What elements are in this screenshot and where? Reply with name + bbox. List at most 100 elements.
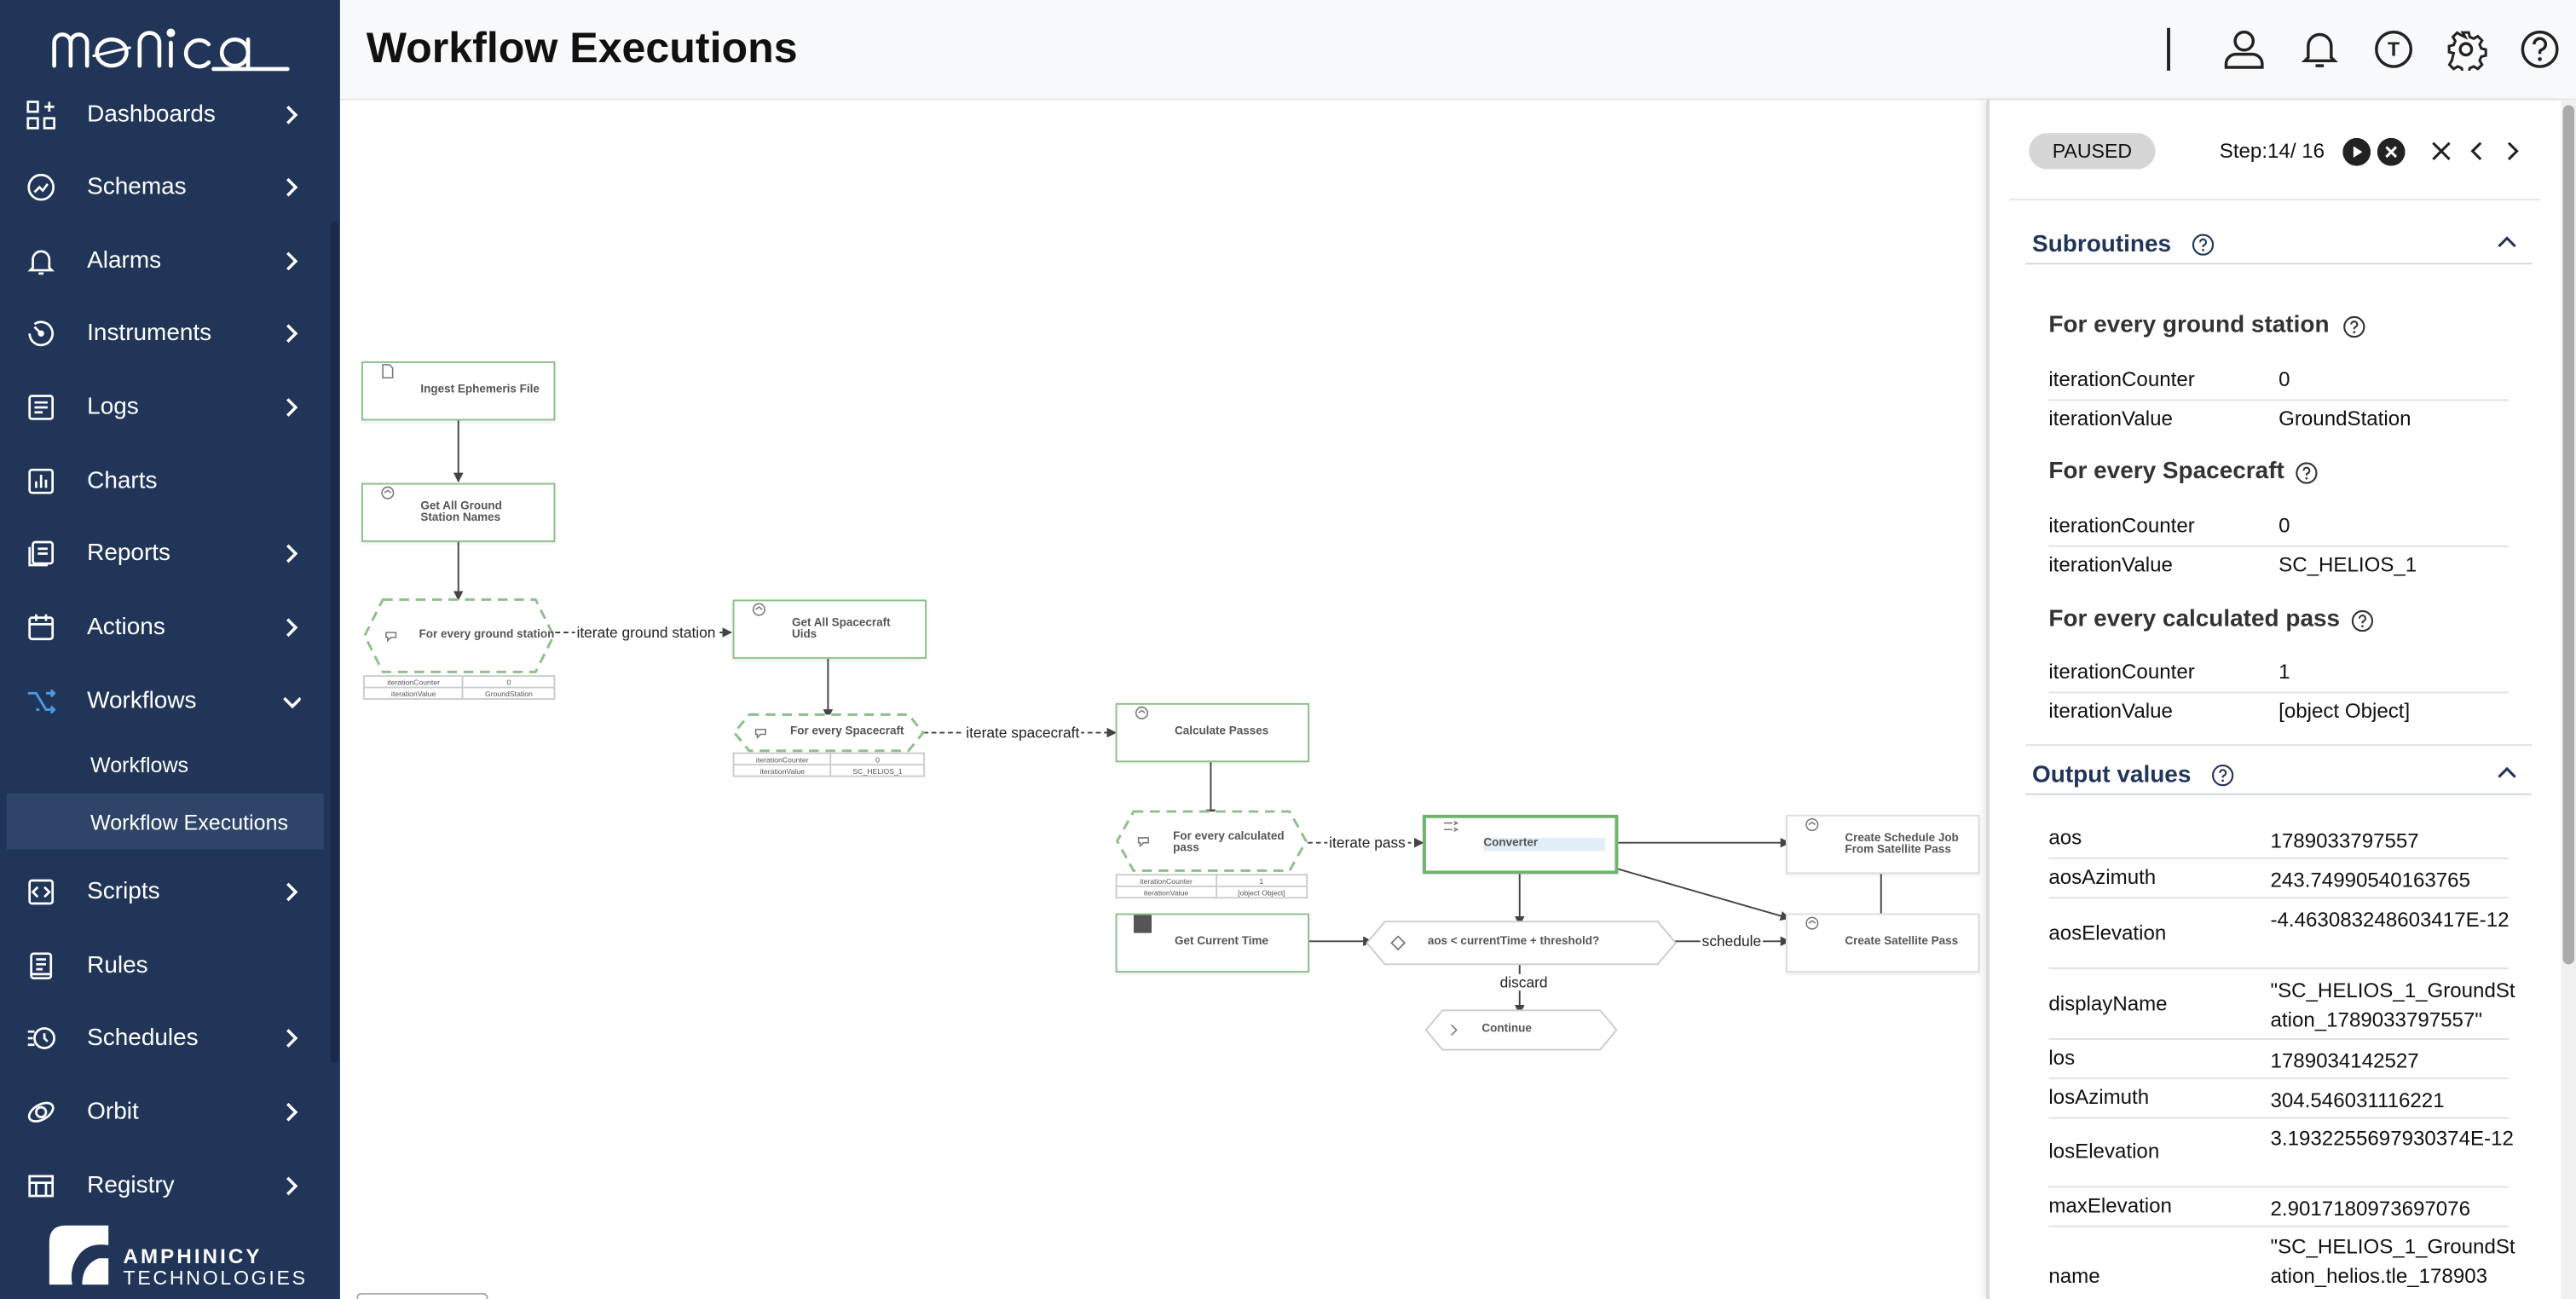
sidebar-item-orbit[interactable]: Orbit xyxy=(0,1076,340,1148)
kv-key: iterationValue xyxy=(2048,553,2173,577)
node-label: Ingest Ephemeris File xyxy=(420,384,540,397)
workflow-node-get-current-time[interactable]: Get Current Time xyxy=(1115,913,1310,973)
sidebar-scrollbar[interactable] xyxy=(330,222,339,1063)
sidebar-item-actions[interactable]: Actions xyxy=(0,592,340,664)
workflow-node-calculate-passes[interactable]: Calculate Passes xyxy=(1115,702,1310,763)
sidebar-item-label: Actions xyxy=(87,614,165,641)
sidebar-item-label: Workflows xyxy=(87,688,197,715)
chevron-right-icon xyxy=(286,398,298,417)
refresh-icon xyxy=(1805,817,1819,832)
workflow-node-get-ground-stations[interactable]: Get All Ground Station Names xyxy=(361,482,556,543)
canvas-toolbar[interactable] xyxy=(356,1292,488,1299)
workflow-node-ingest[interactable]: Ingest Ephemeris File xyxy=(361,361,556,421)
workflow-canvas[interactable]: Ingest Ephemeris File Get All Ground Sta… xyxy=(339,100,1987,1299)
play-icon[interactable] xyxy=(2342,137,2371,166)
chevron-right-icon xyxy=(286,177,298,197)
chevron-right-icon[interactable] xyxy=(2500,140,2523,163)
sidebar-item-scripts[interactable]: Scripts xyxy=(0,856,340,928)
sidebar-item-dashboards[interactable]: Dashboards xyxy=(0,79,340,152)
dashboard-icon xyxy=(26,101,55,130)
loop-state-table-ground-station: iterationCounter 0 iterationValue GroundSt… xyxy=(362,675,556,701)
sidebar-subitem-workflow-executions[interactable]: Workflow Executions xyxy=(6,793,324,850)
kv-key: iterationCounter xyxy=(2048,514,2195,538)
workflow-node-schedule-job[interactable]: Create Schedule Job From Satellite Pass xyxy=(1785,814,1980,875)
edge xyxy=(1618,868,1791,921)
user-icon[interactable] xyxy=(2223,28,2266,71)
sidebar-item-schedules[interactable]: Schedules xyxy=(0,1002,340,1075)
section-title: Output values xyxy=(2032,762,2192,789)
edge-label: iterate spacecraft xyxy=(964,724,1082,742)
help-icon[interactable] xyxy=(2342,315,2365,338)
help-icon[interactable] xyxy=(2295,462,2318,485)
sidebar-item-label: Dashboards xyxy=(87,101,216,129)
monica-logo[interactable] xyxy=(49,23,296,72)
sidebar-item-reports[interactable]: Reports xyxy=(0,517,340,590)
sidebar-item-instruments[interactable]: Instruments xyxy=(0,297,340,370)
sidebar-item-label: Registry xyxy=(87,1173,175,1199)
kv-value: 1 xyxy=(2279,660,2290,684)
output-row: maxElevation 2.9017180973697076 xyxy=(2048,1189,2509,1227)
gear-icon[interactable] xyxy=(2445,28,2487,71)
workflow-node-converter[interactable]: Converter xyxy=(1423,814,1619,875)
workflow-node-continue[interactable]: Continue xyxy=(1424,1008,1618,1051)
bell-icon[interactable] xyxy=(2298,28,2341,71)
chevron-right-icon xyxy=(286,544,298,563)
code-icon xyxy=(28,879,55,905)
help-icon[interactable] xyxy=(2211,764,2234,787)
help-icon[interactable] xyxy=(2519,28,2562,71)
node-label: Create Satellite Pass xyxy=(1845,937,1959,949)
sidebar-item-schemas[interactable]: Schemas xyxy=(0,151,340,223)
help-icon[interactable] xyxy=(2192,234,2215,257)
workflow-node-create-satellite-pass[interactable]: Create Satellite Pass xyxy=(1785,913,1980,973)
output-row: aosElevation -4.463083248603417E-12 xyxy=(2048,900,2510,970)
chevron-up-icon[interactable] xyxy=(2497,765,2516,778)
kv-row: iterationValue SC_HELIOS_1 xyxy=(2048,553,2509,586)
edge-label: iterate pass xyxy=(1327,834,1407,852)
node-label: Calculate Passes xyxy=(1175,726,1269,738)
output-row: losAzimuth 304.546031116221 xyxy=(2048,1081,2509,1119)
output-row: aos 1789033797557 xyxy=(2048,823,2509,859)
sidebar-item-label: Schedules xyxy=(87,1025,199,1052)
sidebar-item-label: Charts xyxy=(87,468,158,495)
tenant-button[interactable]: T xyxy=(2372,28,2415,71)
workflow-icon xyxy=(27,689,56,714)
output-key: aosAzimuth xyxy=(2048,865,2157,889)
workflow-node-get-spacecraft[interactable]: Get All Spacecraft Uids xyxy=(732,599,927,659)
output-value: 304.546031116221 xyxy=(2270,1088,2445,1112)
panel-scrollbar-thumb[interactable] xyxy=(2562,105,2575,965)
sidebar-item-alarms[interactable]: Alarms xyxy=(0,225,340,297)
sidebar-item-workflows[interactable]: Workflows xyxy=(0,666,340,738)
report-icon xyxy=(28,540,55,567)
loop-icon xyxy=(754,728,766,740)
workflow-condition[interactable]: aos < currentTime + threshold? xyxy=(1366,920,1678,966)
execution-details-panel: PAUSED Step:14/ 16 Subroutines For every… xyxy=(1986,100,2562,1299)
close-icon[interactable] xyxy=(2429,140,2452,163)
sidebar-item-logs[interactable]: Logs xyxy=(0,372,340,444)
sidebar-item-registry[interactable]: Registry xyxy=(0,1150,340,1222)
schedule-icon xyxy=(27,1027,55,1049)
chevron-right-icon xyxy=(286,324,298,344)
kv-row: iterationValue GroundStation xyxy=(2048,407,2509,441)
gauge-icon xyxy=(28,320,55,347)
node-label: Get Current Time xyxy=(1175,937,1268,949)
kv-row: iterationCounter 1 xyxy=(2048,661,2509,694)
output-key: losElevation xyxy=(2048,1140,2160,1163)
abort-icon[interactable] xyxy=(2377,137,2406,166)
workflow-loop-pass[interactable]: For every calculated pass xyxy=(1115,810,1308,872)
chevron-right-icon xyxy=(286,1029,298,1048)
workflow-loop-spacecraft[interactable]: For every Spacecraft xyxy=(732,713,926,753)
sidebar-item-rules[interactable]: Rules xyxy=(0,930,340,1002)
sidebar-subitem-workflows[interactable]: Workflows xyxy=(0,736,340,792)
chevron-up-icon[interactable] xyxy=(2497,235,2516,248)
help-icon[interactable] xyxy=(2351,609,2374,632)
chevron-left-icon[interactable] xyxy=(2466,140,2489,163)
diamond-icon xyxy=(1390,935,1406,951)
sidebar-item-label: Reports xyxy=(87,540,171,567)
sidebar-item-charts[interactable]: Charts xyxy=(0,445,340,517)
output-key: name xyxy=(2048,1265,2100,1288)
orbit-icon xyxy=(27,1101,55,1123)
tenant-letter: T xyxy=(2387,38,2400,61)
workflow-loop-ground-station[interactable]: For every ground station xyxy=(363,598,556,674)
kv-value: 0 xyxy=(2279,367,2290,391)
sidebar-subitem-label: Workflows xyxy=(90,751,189,777)
